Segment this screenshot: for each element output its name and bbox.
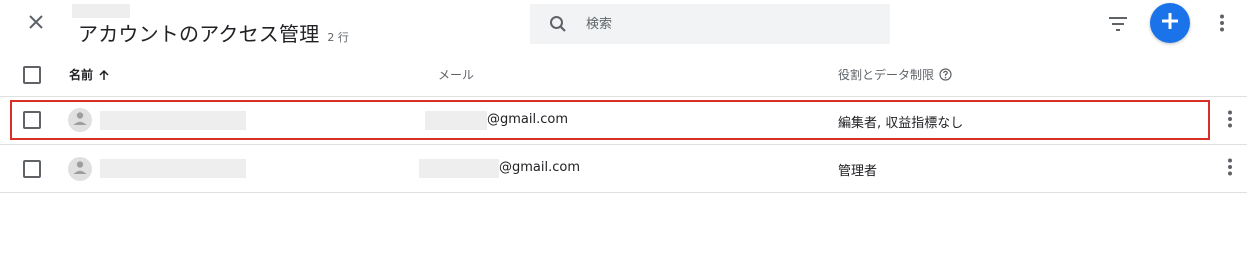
filter-icon	[1109, 16, 1127, 35]
redacted-email-local	[425, 111, 487, 130]
add-icon	[1161, 12, 1179, 34]
redacted-account-label	[72, 4, 130, 18]
more-vert-icon	[1219, 14, 1225, 36]
help-circle-icon[interactable]	[939, 68, 952, 81]
table-row[interactable]: @gmail.com 編集者, 収益指標なし	[0, 97, 1247, 145]
sort-arrow-up-icon	[98, 69, 110, 81]
column-header-name-label: 名前	[69, 68, 94, 82]
search-box[interactable]	[530, 4, 890, 44]
redacted-email-local	[419, 159, 499, 178]
more-vert-icon	[1227, 158, 1233, 180]
user-email: @gmail.com	[487, 112, 569, 127]
close-icon	[28, 14, 44, 34]
row-count: 2 行	[327, 31, 349, 44]
filter-button[interactable]	[1104, 11, 1132, 39]
column-header-email[interactable]: メール	[438, 66, 474, 83]
more-options-button[interactable]	[1210, 11, 1234, 39]
table-row[interactable]: @gmail.com 管理者	[0, 145, 1247, 193]
user-email: @gmail.com	[499, 160, 581, 175]
close-button[interactable]	[22, 10, 50, 38]
table-header: 名前 メール 役割とデータ制限	[0, 52, 1247, 97]
user-role: 管理者	[838, 164, 878, 179]
column-header-role[interactable]: 役割とデータ制限	[838, 66, 952, 83]
search-input[interactable]	[586, 4, 890, 44]
row-more-button[interactable]	[1220, 109, 1240, 133]
select-all-checkbox[interactable]	[23, 66, 41, 84]
user-role: 編集者, 収益指標なし	[838, 116, 964, 131]
row-more-button[interactable]	[1220, 157, 1240, 181]
row-checkbox[interactable]	[23, 111, 41, 129]
column-header-name[interactable]: 名前	[69, 66, 110, 83]
redacted-user-name	[100, 159, 246, 178]
avatar	[68, 157, 92, 181]
search-icon	[530, 15, 586, 33]
title-area: アカウントのアクセス管理 2 行	[78, 18, 349, 47]
redacted-user-name	[100, 111, 246, 130]
avatar	[68, 108, 92, 132]
row-checkbox[interactable]	[23, 160, 41, 178]
column-header-email-label: メール	[438, 68, 475, 82]
person-icon	[68, 157, 92, 181]
add-user-button[interactable]	[1150, 3, 1190, 43]
column-header-role-label: 役割とデータ制限	[838, 68, 935, 82]
page-title: アカウントのアクセス管理	[78, 22, 320, 46]
person-icon	[68, 108, 92, 132]
more-vert-icon	[1227, 110, 1233, 132]
